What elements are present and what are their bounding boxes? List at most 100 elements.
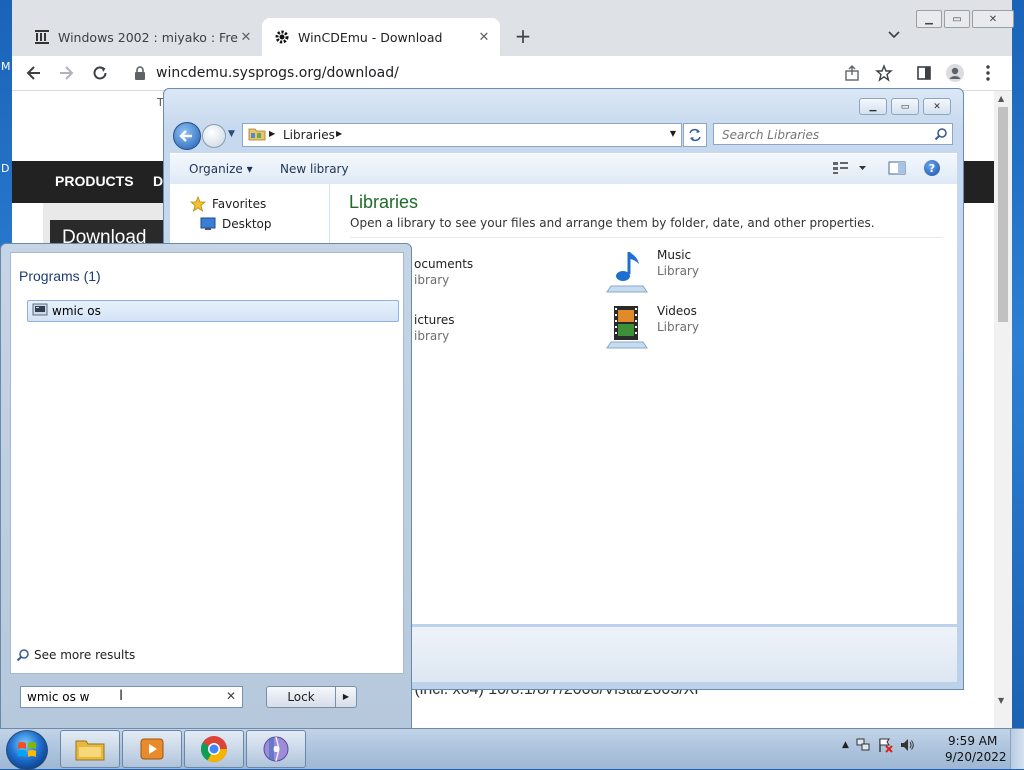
clear-search-icon[interactable]: ✕	[226, 689, 236, 703]
library-type: ibrary	[414, 273, 450, 287]
menu-kebab-icon[interactable]	[978, 63, 998, 83]
bookmark-star-icon[interactable]	[874, 63, 894, 83]
share-icon[interactable]	[842, 63, 862, 83]
search-icon	[16, 649, 29, 662]
explorer-address-bar[interactable]: ▶ Libraries ▶ ▼	[242, 123, 682, 147]
taskbar-disc-app-button[interactable]	[246, 730, 306, 768]
see-more-results-link[interactable]: See more results	[16, 648, 135, 662]
program-result-wmic-os[interactable]: wmic os	[27, 300, 399, 322]
libraries-folder-icon	[248, 127, 266, 141]
explorer-back-button[interactable]	[173, 122, 201, 150]
nav-products-link[interactable]: PRODUCTS	[55, 173, 134, 189]
minimize-button[interactable]: ▁	[916, 10, 942, 28]
program-label: wmic os	[52, 304, 101, 318]
refresh-button[interactable]	[683, 123, 707, 147]
start-search-input[interactable]: wmic os w	[27, 690, 89, 704]
breadcrumb-arrow-icon[interactable]: ▶	[269, 129, 275, 138]
libraries-title: Libraries	[349, 192, 419, 212]
taskbar-media-player-button[interactable]	[122, 730, 182, 768]
reload-icon[interactable]	[90, 63, 110, 83]
volume-icon[interactable]	[899, 737, 915, 753]
url-text: wincdemu.sysprogs.org/download/	[156, 65, 399, 81]
system-tray: ▲	[842, 737, 915, 753]
scroll-up-icon[interactable]: ▲	[998, 94, 1004, 103]
forward-arrow-icon[interactable]	[56, 63, 76, 83]
new-library-button[interactable]: New library	[280, 162, 349, 176]
profile-avatar-icon[interactable]	[945, 63, 965, 83]
search-libraries-box[interactable]	[713, 123, 953, 145]
library-music[interactable]: Music Library	[603, 248, 803, 294]
close-window-button[interactable]: ✕	[972, 10, 1014, 28]
see-more-label: See more results	[34, 648, 136, 662]
archive-favicon-icon	[34, 29, 50, 45]
windows-logo-icon	[18, 742, 36, 757]
library-name: Videos	[657, 304, 697, 318]
action-center-flag-icon[interactable]	[877, 737, 893, 753]
search-icon[interactable]	[934, 127, 948, 141]
breadcrumb-libraries[interactable]: Libraries	[283, 128, 335, 142]
network-icon[interactable]	[855, 737, 871, 753]
folder-icon	[75, 740, 105, 761]
scroll-down-icon[interactable]: ▼	[998, 696, 1004, 705]
tab-title: WinCDEmu - Download	[298, 29, 443, 45]
back-arrow-icon[interactable]	[24, 63, 44, 83]
video-film-icon	[603, 304, 651, 350]
lock-button[interactable]: Lock	[266, 686, 336, 708]
library-type: Library	[657, 320, 699, 334]
search-libraries-input[interactable]	[720, 127, 929, 143]
programs-header: Programs (1)	[19, 268, 101, 284]
preview-pane-icon[interactable]	[888, 161, 906, 175]
nav-d-link[interactable]: D	[153, 173, 163, 189]
recent-pages-dropdown-icon[interactable]: ▼	[228, 129, 235, 139]
organize-button[interactable]: Organize ▾	[189, 162, 253, 176]
libraries-content-pane: Libraries Open a library to see your fil…	[330, 184, 957, 624]
chrome-icon	[200, 736, 228, 763]
browser-toolbar: wincdemu.sysprogs.org/download/	[12, 56, 1012, 91]
explorer-minimize-button[interactable]: ▁	[859, 98, 887, 115]
start-search-box[interactable]: wmic os w I ✕	[20, 686, 243, 708]
disc-icon	[263, 736, 289, 762]
star-icon	[190, 196, 206, 212]
divider	[350, 237, 943, 238]
page-scrollbar[interactable]: ▲ ▼	[994, 91, 1012, 728]
favorites-label: Favorites	[212, 197, 267, 211]
desktop-item[interactable]: Desktop	[200, 217, 272, 231]
show-hidden-icons-icon[interactable]: ▲	[842, 740, 849, 750]
library-name: ictures	[414, 313, 455, 327]
explorer-close-button[interactable]: ✕	[923, 98, 951, 115]
favorites-item[interactable]: Favorites	[190, 196, 266, 212]
taskbar-chrome-button[interactable]	[184, 730, 244, 768]
breadcrumb-arrow-icon[interactable]: ▶	[336, 129, 342, 138]
scroll-thumb[interactable]	[998, 107, 1008, 322]
start-button[interactable]	[6, 730, 48, 770]
explorer-forward-button[interactable]	[202, 124, 226, 148]
side-panel-icon[interactable]	[914, 63, 934, 83]
tab-wincdemu[interactable]: WinCDEmu - Download ✕	[262, 18, 500, 56]
tab-archive[interactable]: Windows 2002 : miyako : Free Do ✕	[22, 18, 262, 56]
new-tab-button[interactable]: +	[512, 26, 534, 48]
address-bar[interactable]: wincdemu.sysprogs.org/download/	[124, 59, 884, 87]
close-icon[interactable]: ✕	[238, 29, 254, 45]
chevron-down-icon[interactable]	[886, 26, 902, 42]
text-cursor-icon: I	[119, 688, 124, 704]
window-controls: ▁ ▭ ✕	[916, 10, 1014, 28]
gear-favicon-icon	[274, 29, 290, 45]
desktop-letter-d: D	[1, 162, 10, 175]
change-view-icon[interactable]	[832, 161, 866, 175]
clock-time[interactable]: 9:59 AM	[948, 734, 997, 748]
help-icon[interactable]: ?	[924, 160, 940, 176]
clock-date[interactable]: 9/20/2022	[945, 750, 1007, 764]
taskbar-explorer-button[interactable]	[60, 730, 120, 768]
show-desktop-button[interactable]	[1010, 729, 1024, 769]
explorer-maximize-button[interactable]: ▭	[891, 98, 919, 115]
close-icon[interactable]: ✕	[476, 29, 492, 45]
start-menu-results: Programs (1) wmic os	[10, 252, 404, 674]
desktop-letter-m: M	[1, 60, 11, 73]
library-videos[interactable]: Videos Library	[603, 304, 803, 350]
maximize-button[interactable]: ▭	[944, 10, 970, 28]
media-player-icon	[140, 738, 164, 760]
address-dropdown-icon[interactable]: ▼	[670, 129, 676, 138]
program-icon	[32, 303, 48, 317]
shutdown-options-arrow-icon[interactable]: ▶	[335, 686, 357, 708]
library-type: ibrary	[414, 329, 450, 343]
